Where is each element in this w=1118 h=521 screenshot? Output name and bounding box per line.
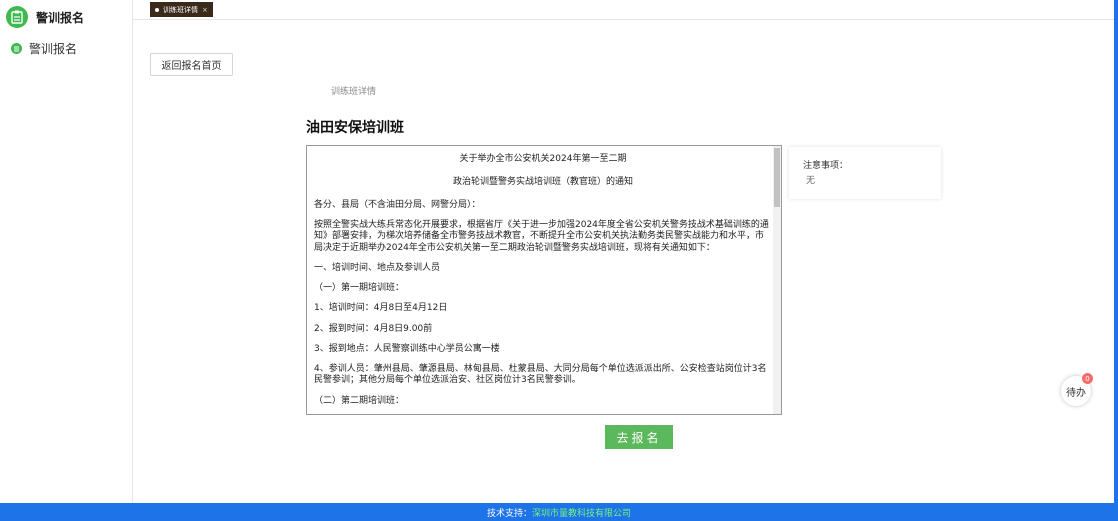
document-paragraph: 3、报到地点：人民警察训练中心学员公寓一楼 xyxy=(314,343,500,354)
document-paragraph: 1、培训时间：4月8日至4月12日 xyxy=(314,303,448,314)
breadcrumb: 训练班详情 xyxy=(331,87,377,97)
notice-label: 注意事项： xyxy=(803,161,849,171)
footer-company-link[interactable]: 深圳市量教科技有限公司 xyxy=(532,506,631,519)
tab-label: 训练班详情 xyxy=(163,5,198,14)
document-paragraph: （二）第二期培训班： xyxy=(314,395,405,406)
pending-count-badge: 0 xyxy=(1082,373,1093,384)
scrollbar-thumb[interactable] xyxy=(774,148,780,207)
document-paragraph: 一、培训时间、地点及参训人员 xyxy=(314,262,441,273)
document-paragraph: 2、报到时间：4月8日9.00前 xyxy=(314,323,433,334)
close-icon[interactable]: × xyxy=(202,6,208,14)
tab-training-detail[interactable]: 训练班详情 × xyxy=(150,2,213,17)
brand-title: 警训报名 xyxy=(36,10,85,25)
sidebar-item-signup[interactable]: 警训报名 xyxy=(11,40,77,57)
document-scrollbar[interactable] xyxy=(773,146,781,414)
sidebar: 警训报名 警训报名 xyxy=(0,0,133,503)
list-icon xyxy=(11,43,22,54)
footer-prefix: 技术支持： xyxy=(486,508,532,519)
sidebar-item-label: 警训报名 xyxy=(29,42,78,56)
right-edge-bar xyxy=(1114,0,1118,521)
back-to-signup-home-button[interactable]: 返回报名首页 xyxy=(150,53,233,76)
tab-bar: 训练班详情 × xyxy=(133,0,1118,20)
document-paragraph: 4、参训人员：肇州县局、肇源县局、林甸县局、杜蒙县局、大同分局每个单位选派派出所… xyxy=(314,364,767,386)
document-viewer[interactable]: 关于举办全市公安机关2024年第一至二期 政治轮训暨警务实战培训班（教官班）的通… xyxy=(306,145,782,415)
brand: 警训报名 xyxy=(6,6,84,28)
document-paragraph: 按照全警实战大练兵常态化开展要求，根据省厅《关于进一步加强2024年度全省公安机… xyxy=(314,220,769,253)
document-content: 关于举办全市公安机关2024年第一至二期 政治轮训暨警务实战培训班（教官班）的通… xyxy=(314,154,772,414)
clipboard-icon xyxy=(6,6,28,28)
footer: 技术支持： 深圳市量教科技有限公司 xyxy=(0,503,1118,521)
notice-card: 注意事项： 无 xyxy=(789,147,941,199)
page-title: 油田安保培训班 xyxy=(306,120,404,136)
document-title-line2: 政治轮训暨警务实战培训班（教官班）的通知 xyxy=(452,176,633,187)
document-title-line1: 关于举办全市公安机关2024年第一至二期 xyxy=(459,154,627,164)
document-paragraph: （一）第一期培训班： xyxy=(314,283,405,293)
document-paragraph: 各分、县局（不含油田分局、网警分局）： xyxy=(314,199,481,210)
notice-value: 无 xyxy=(806,176,816,186)
signup-button[interactable]: 去报名 xyxy=(605,425,673,449)
document-title: 关于举办全市公安机关2024年第一至二期 政治轮训暨警务实战培训班（教官班）的通… xyxy=(314,154,772,188)
active-dot-icon xyxy=(155,7,159,12)
